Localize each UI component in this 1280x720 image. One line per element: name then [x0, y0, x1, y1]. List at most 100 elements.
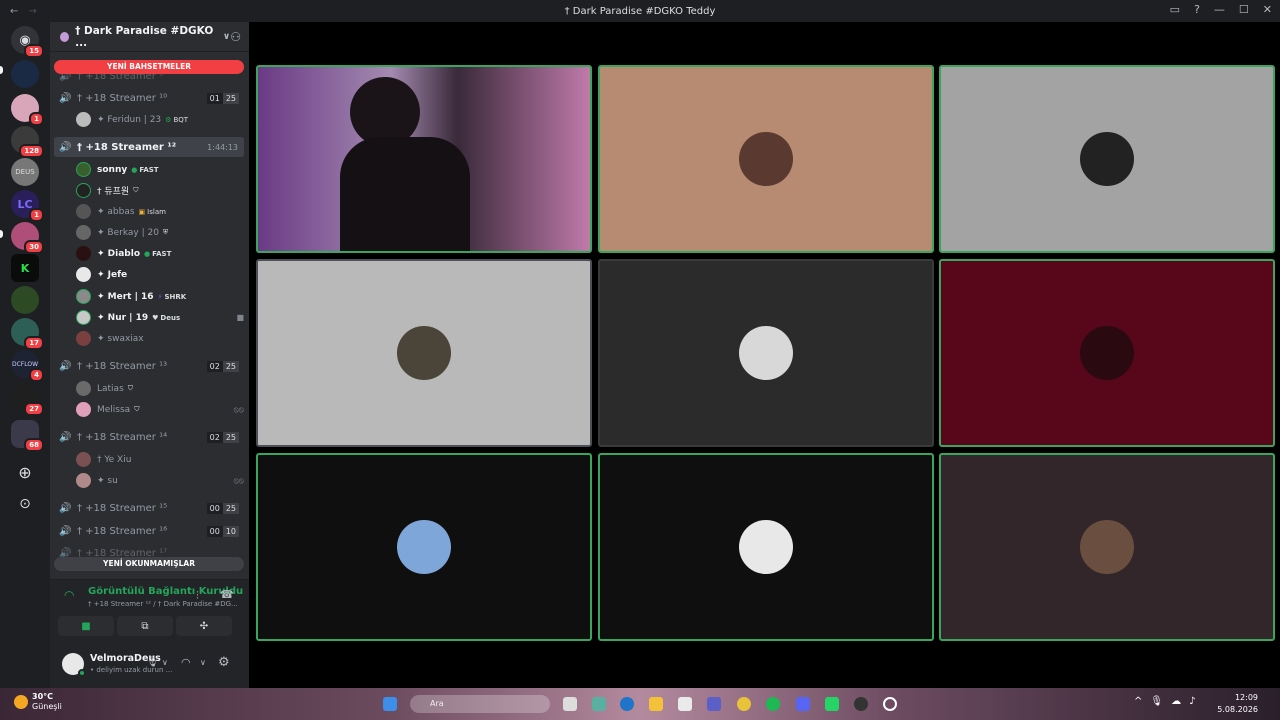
video-tile[interactable] [598, 453, 934, 641]
forward-arrow-icon[interactable]: → [28, 6, 36, 17]
invite-people-icon[interactable]: ⚇ [230, 30, 241, 44]
inbox-icon[interactable]: ▭ [1170, 3, 1180, 16]
avatar [76, 289, 91, 304]
server-icon[interactable]: 27 [11, 384, 44, 416]
server-icon[interactable]: 128 [11, 126, 44, 158]
user-limit: 02 25 [206, 431, 239, 443]
server-icon[interactable]: 17 [11, 318, 44, 350]
disconnect-icon[interactable]: ☎ [220, 588, 234, 601]
server-icon[interactable] [11, 60, 39, 88]
server-icon[interactable] [11, 286, 39, 314]
server-icon[interactable]: DCFLOW 4 [11, 350, 44, 382]
close-button[interactable]: ✕ [1263, 3, 1272, 16]
screen-share-button[interactable]: ⧉ [117, 616, 173, 636]
voice-user[interactable]: sonny ● FAST [76, 160, 244, 179]
weather-widget[interactable]: 30°C Güneşli [14, 692, 62, 712]
spotify-icon[interactable] [766, 697, 780, 711]
voice-channel[interactable]: 🔊 † +18 Streamer ¹⁵ 00 25 [54, 498, 244, 518]
whatsapp-icon[interactable] [825, 697, 839, 711]
voice-user[interactable]: ✦ su ⦸⦸ [76, 471, 244, 490]
edge-icon[interactable] [620, 697, 634, 711]
clock[interactable]: 12:09 5.08.2026 [1217, 692, 1258, 716]
muted-deafened-icon: ⦸⦸ [233, 404, 244, 414]
server-icon[interactable]: K [11, 254, 39, 282]
camera-button[interactable]: ■ [58, 616, 114, 636]
user-count: 02 [206, 360, 223, 372]
minimize-button[interactable]: — [1214, 3, 1225, 16]
voice-user[interactable]: † Ye Xiu [76, 450, 244, 469]
add-server-icon[interactable]: ⊕ [11, 458, 39, 486]
video-tile[interactable] [939, 65, 1275, 253]
chatgpt-icon[interactable] [883, 697, 897, 711]
system-tray-icons[interactable]: ^🎙☁♪ [1134, 696, 1203, 707]
start-icon[interactable] [383, 697, 397, 711]
server-icon[interactable]: LC 1 [11, 190, 44, 222]
server-list: ◉ 15 1 128 DEUS LC 1 30 K 17 DCFLOW 4 27 68… [0, 22, 50, 688]
voice-channel[interactable]: 🔊 † +18 Streamer ¹⁶ 00 10 [54, 521, 244, 541]
signal-icon[interactable]: ◠ [64, 588, 74, 602]
back-arrow-icon[interactable]: ← [10, 6, 18, 17]
voice-channel[interactable]: 🔊 † +18 Streamer ¹⁴ 02 25 [54, 427, 244, 447]
video-tile[interactable] [939, 259, 1275, 447]
server-folder-icon[interactable]: 68 [11, 420, 44, 452]
voice-user[interactable]: ✦ Nur | 19 ♥ Deus ■ [76, 308, 244, 327]
teams-icon[interactable] [707, 697, 721, 711]
speaker-icon: 🔊 [59, 525, 72, 537]
video-tile[interactable] [939, 453, 1275, 641]
user-name: ✦ swaxiax [97, 333, 144, 344]
shield-icon: ⛉ [127, 384, 134, 392]
app-icon[interactable] [854, 697, 868, 711]
help-icon[interactable]: ? [1194, 3, 1200, 16]
avatar [76, 473, 91, 488]
server-icon[interactable]: DEUS [11, 158, 39, 186]
unread-badge: 1 [29, 112, 44, 126]
noise-suppression-icon[interactable]: ⫶ [196, 589, 199, 603]
voice-channel-active[interactable]: 🔊 † +18 Streamer ¹² 1:44:13 [54, 137, 244, 157]
new-mentions-banner[interactable]: YENİ BAHSETMELER [54, 60, 244, 74]
chevron-down-icon[interactable]: ∨ [200, 658, 206, 667]
user-count: 00 [206, 525, 223, 537]
voice-channel[interactable]: 🔊 † +18 Streamer ¹³ 02 25 [54, 356, 244, 376]
settings-gear-icon[interactable]: ⚙ [218, 655, 230, 670]
voice-user[interactable]: Latias ⛉ [76, 379, 244, 398]
video-tile[interactable] [598, 259, 934, 447]
voice-user[interactable]: ✦ swaxiax [76, 329, 244, 348]
headphones-icon[interactable]: ◠ [181, 656, 191, 669]
microphone-icon[interactable]: 🎙 [146, 657, 159, 668]
new-unreads-banner[interactable]: YENİ OKUNMAMIŞLAR [54, 557, 244, 571]
chrome-icon[interactable] [737, 697, 751, 711]
voice-channel[interactable]: 🔊 † +18 Streamer ¹⁰ 01 25 [54, 88, 244, 108]
voice-user[interactable]: ✦ Feridun | 23 ⚙ BQT [76, 110, 244, 129]
video-tile[interactable] [256, 259, 592, 447]
user-max: 25 [222, 431, 239, 443]
direct-messages-icon[interactable]: ◉ 15 [11, 26, 44, 58]
discord-icon[interactable] [796, 697, 810, 711]
avatar [76, 331, 91, 346]
video-tile[interactable] [256, 453, 592, 641]
store-icon[interactable] [678, 697, 692, 711]
server-header[interactable]: † Dark Paradise #DGKO ... ∨ ⚇ [50, 22, 249, 52]
activities-button[interactable]: ✣ [176, 616, 232, 636]
temperature: 30°C [32, 692, 54, 701]
maximize-button[interactable]: ☐ [1239, 3, 1249, 16]
user-tag: ● FAST [144, 249, 172, 258]
server-icon[interactable]: 30 [11, 222, 44, 254]
video-tile-camera[interactable] [256, 65, 592, 253]
voice-user[interactable]: ✦ Jefe [76, 265, 244, 284]
voice-user[interactable]: ✦ abbas ▣ Islam [76, 202, 244, 221]
video-tile[interactable] [598, 65, 934, 253]
task-view-icon[interactable] [563, 697, 577, 711]
file-explorer-icon[interactable] [649, 697, 663, 711]
voice-user[interactable]: ✦ Berkay | 20 ⛨ [76, 223, 244, 242]
connection-channel[interactable]: † +18 Streamer ¹² / † Dark Paradise #DG.… [88, 600, 238, 608]
voice-user[interactable]: ✦ Mert | 16 ⚡ SHRK [76, 287, 244, 306]
user-name: sonny [97, 164, 128, 175]
taskbar-search[interactable]: Ara [410, 695, 550, 713]
discover-icon[interactable]: ⊙ [11, 490, 39, 518]
app-icon[interactable] [592, 697, 606, 711]
voice-user[interactable]: † 듀프원 ⛉ [76, 181, 244, 200]
server-icon[interactable]: 1 [11, 94, 44, 126]
voice-user[interactable]: ✦ Diablo ● FAST [76, 244, 244, 263]
chevron-down-icon[interactable]: ∨ [162, 658, 168, 667]
voice-user[interactable]: Melissa ⛉ ⦸⦸ [76, 400, 244, 419]
